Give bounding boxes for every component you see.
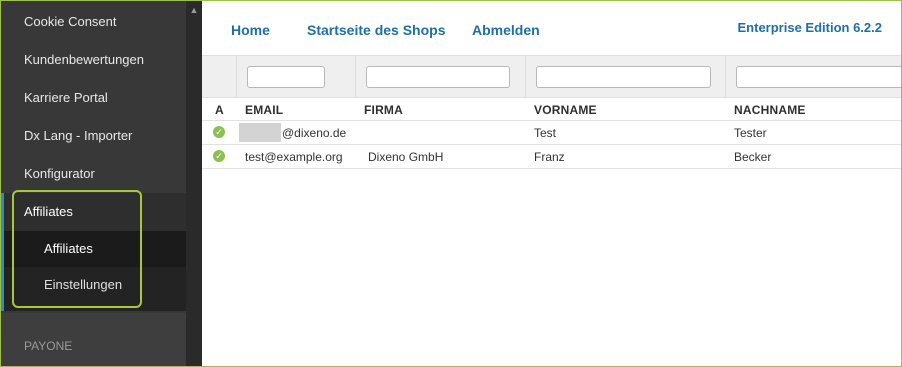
affiliates-table: A EMAIL FIRMA VORNAME NACHNAME ✓ @dixeno…	[202, 56, 901, 366]
sidebar-item-affiliates[interactable]: Affiliates	[1, 193, 186, 231]
sidebar: Cookie Consent Kundenbewertungen Karrier…	[1, 1, 186, 366]
sidebar-item-karriere-portal[interactable]: Karriere Portal	[1, 79, 186, 117]
filter-nachname-input[interactable]	[736, 66, 901, 88]
sidebar-submenu-affiliates: Affiliates Einstellungen	[1, 231, 186, 311]
sidebar-subitem-affiliates[interactable]: Affiliates	[4, 231, 186, 267]
column-header-firma[interactable]: FIRMA	[364, 103, 403, 117]
nav-logout-link[interactable]: Abmelden	[472, 22, 540, 38]
email-value[interactable]: test@example.org	[245, 150, 343, 164]
filter-email-input[interactable]	[247, 66, 325, 88]
nachname-value[interactable]: Tester	[734, 126, 767, 140]
table-row[interactable]: ✓ @dixeno.de Test Tester	[202, 121, 901, 145]
email-value[interactable]: @dixeno.de	[282, 126, 346, 140]
redacted-block	[239, 123, 281, 142]
filter-row	[202, 56, 901, 98]
column-header-nachname[interactable]: NACHNAME	[734, 103, 806, 117]
scroll-up-icon[interactable]: ▲	[189, 5, 199, 15]
nachname-value[interactable]: Becker	[734, 150, 771, 164]
vorname-value[interactable]: Test	[534, 126, 556, 140]
vorname-value[interactable]: Franz	[534, 150, 565, 164]
sidebar-subitem-einstellungen[interactable]: Einstellungen	[4, 267, 186, 303]
column-header-email[interactable]: EMAIL	[245, 103, 283, 117]
sidebar-item-kundenbewertungen[interactable]: Kundenbewertungen	[1, 41, 186, 79]
sidebar-section-payone[interactable]: PAYONE	[1, 313, 186, 366]
firma-value[interactable]: Dixeno GmbH	[368, 150, 443, 164]
sidebar-item-dx-lang-importer[interactable]: Dx Lang - Importer	[1, 117, 186, 155]
table-row[interactable]: ✓ test@example.org Dixeno GmbH Franz Bec…	[202, 145, 901, 169]
column-header-vorname[interactable]: VORNAME	[534, 103, 597, 117]
active-status-icon: ✓	[213, 150, 225, 162]
sidebar-scrollbar[interactable]: ▲	[186, 1, 202, 366]
active-status-icon: ✓	[213, 126, 225, 138]
filter-vorname-input[interactable]	[536, 66, 711, 88]
filter-firma-input[interactable]	[366, 66, 510, 88]
nav-shop-frontpage-link[interactable]: Startseite des Shops	[307, 22, 446, 38]
sidebar-item-konfigurator[interactable]: Konfigurator	[1, 155, 186, 193]
sidebar-item-cookie-consent[interactable]: Cookie Consent	[1, 3, 186, 41]
nav-home-link[interactable]: Home	[231, 22, 270, 38]
column-header-active[interactable]: A	[215, 103, 224, 117]
top-navigation: Home Startseite des Shops Abmelden Enter…	[202, 1, 901, 56]
email-cell: @dixeno.de	[236, 121, 355, 145]
table-header-row: A EMAIL FIRMA VORNAME NACHNAME	[202, 98, 901, 121]
edition-label: Enterprise Edition 6.2.2	[737, 20, 883, 35]
admin-window: Cookie Consent Kundenbewertungen Karrier…	[0, 0, 902, 367]
